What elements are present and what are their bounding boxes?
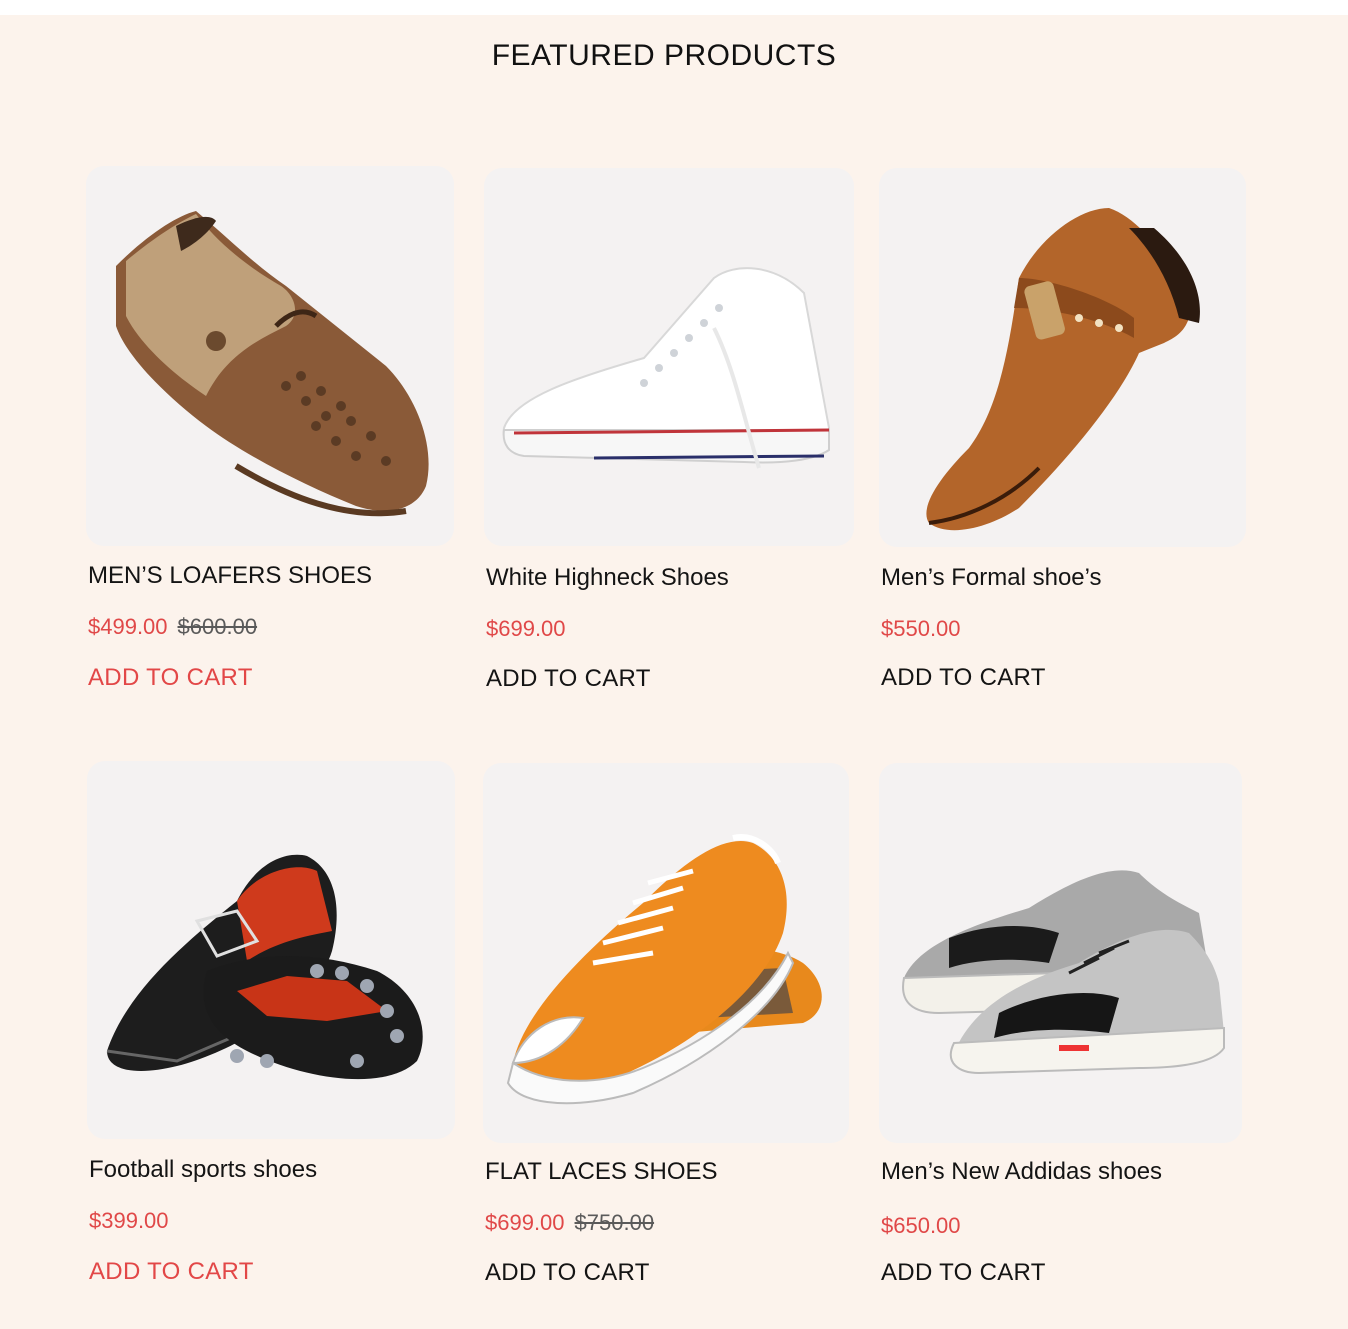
- product-image[interactable]: [87, 761, 455, 1139]
- product-price: $699.00: [486, 616, 566, 641]
- product-image[interactable]: [86, 166, 454, 546]
- add-to-cart-button[interactable]: ADD TO CART: [881, 664, 1046, 692]
- add-to-cart-button[interactable]: ADD TO CART: [88, 664, 253, 692]
- product-name[interactable]: White Highneck Shoes: [486, 564, 729, 592]
- product-name[interactable]: FLAT LACES SHOES: [485, 1158, 718, 1186]
- product-price-group: $699.00 $750.00: [485, 1210, 654, 1236]
- add-to-cart-button[interactable]: ADD TO CART: [881, 1259, 1046, 1287]
- product-price: $499.00: [88, 614, 168, 639]
- add-to-cart-button[interactable]: ADD TO CART: [486, 665, 651, 693]
- product-image[interactable]: [879, 763, 1242, 1143]
- product-name[interactable]: Football sports shoes: [89, 1156, 317, 1184]
- product-image[interactable]: [484, 168, 854, 546]
- loafer-shoe-icon: [116, 211, 429, 517]
- featured-products-section: FEATURED PRODUCTS MEN’S LOAFERS SHOES $4…: [0, 15, 1348, 1329]
- canvas-sneaker-icon: [506, 834, 822, 1105]
- product-old-price: $600.00: [177, 614, 258, 639]
- product-price: $399.00: [89, 1208, 169, 1233]
- product-price-group: $399.00: [89, 1208, 169, 1234]
- product-name[interactable]: Men’s Formal shoe’s: [881, 564, 1102, 592]
- add-to-cart-button[interactable]: ADD TO CART: [485, 1259, 650, 1287]
- formal-shoe-icon: [926, 208, 1200, 531]
- product-price-group: $550.00: [881, 616, 961, 642]
- product-name[interactable]: MEN’S LOAFERS SHOES: [88, 562, 372, 590]
- product-price: $550.00: [881, 616, 961, 641]
- add-to-cart-button[interactable]: ADD TO CART: [89, 1258, 254, 1286]
- product-name[interactable]: Men’s New Addidas shoes: [881, 1158, 1162, 1186]
- product-price-group: $499.00 $600.00: [88, 614, 257, 640]
- product-old-price: $750.00: [574, 1210, 655, 1235]
- product-price-group: $650.00: [881, 1213, 961, 1239]
- product-price: $699.00: [485, 1210, 565, 1235]
- product-image[interactable]: [483, 763, 849, 1143]
- product-price-group: $699.00: [486, 616, 566, 642]
- high-top-sneaker-icon: [502, 267, 831, 469]
- product-image[interactable]: [879, 168, 1246, 547]
- football-boots-icon: [106, 854, 423, 1080]
- section-title: FEATURED PRODUCTS: [491, 39, 837, 72]
- product-price: $650.00: [881, 1213, 961, 1238]
- sneakers-pair-icon: [902, 870, 1225, 1075]
